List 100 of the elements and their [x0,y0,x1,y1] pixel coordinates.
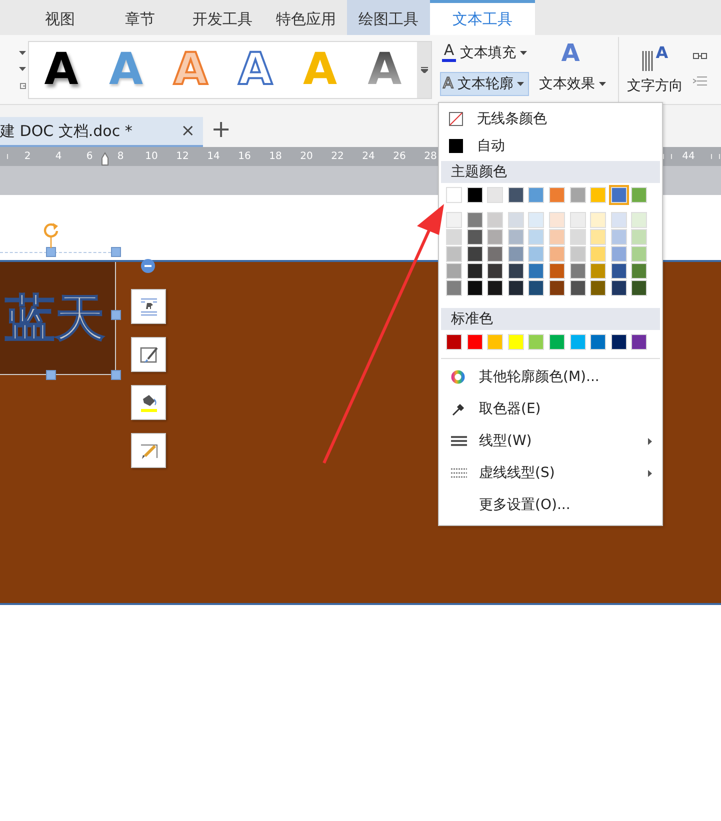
color-swatch[interactable] [508,212,524,228]
color-swatch[interactable] [590,334,606,350]
menu-item[interactable]: 取色器(E) [439,393,662,425]
color-swatch[interactable] [590,187,606,203]
menu-item[interactable]: 虚线线型(S) [439,457,662,489]
text-style-option[interactable]: A [223,42,288,98]
color-swatch[interactable] [631,263,648,279]
text-style-option[interactable]: A [29,42,94,98]
color-swatch[interactable] [487,229,504,245]
color-swatch[interactable] [570,212,586,228]
new-tab-button[interactable]: + [211,115,232,147]
color-swatch[interactable] [590,280,606,296]
color-swatch[interactable] [548,212,565,228]
color-swatch[interactable] [446,263,462,279]
color-swatch[interactable] [548,263,565,279]
color-swatch[interactable] [446,280,462,296]
color-swatch[interactable] [466,187,483,203]
resize-handle[interactable] [46,247,56,257]
color-swatch[interactable] [548,229,565,245]
fill-button[interactable]: A 文本填充 [440,40,529,64]
color-swatch[interactable] [508,334,524,350]
close-button[interactable]: × [178,121,197,141]
color-swatch[interactable] [487,212,504,228]
color-swatch[interactable] [466,246,483,262]
color-swatch[interactable] [610,246,627,262]
color-swatch[interactable] [548,280,565,296]
resize-handle[interactable] [46,370,56,380]
color-swatch[interactable] [610,280,627,296]
color-swatch[interactable] [528,246,544,262]
color-swatch[interactable] [631,334,648,350]
ribbon-tab[interactable]: 文本工具 [430,0,535,35]
color-swatch[interactable] [631,229,648,245]
color-swatch[interactable] [590,246,606,262]
color-swatch[interactable] [487,246,504,262]
color-swatch[interactable] [631,212,648,228]
color-swatch[interactable] [548,334,565,350]
color-swatch[interactable] [466,334,483,350]
ribbon-tab[interactable]: 特色应用 [265,0,347,35]
color-swatch[interactable] [508,187,524,203]
color-swatch[interactable] [446,246,462,262]
gallery-more-button[interactable] [417,42,431,98]
color-swatch[interactable] [570,229,586,245]
outline-button[interactable] [131,433,166,468]
menu-item[interactable]: 更多设置(O)... [439,489,662,521]
resize-handle[interactable] [111,370,121,380]
color-swatch[interactable] [590,212,606,228]
color-swatch[interactable] [528,280,544,296]
ribbon-tab[interactable]: 章节 [100,0,180,35]
edit-button[interactable] [131,337,166,372]
ribbon-tab[interactable]: 开发工具 [180,0,265,35]
color-swatch[interactable] [528,334,544,350]
resize-handle[interactable] [111,310,121,320]
color-swatch[interactable] [446,187,462,203]
color-swatch[interactable] [446,334,462,350]
color-swatch[interactable] [548,187,565,203]
color-swatch[interactable] [528,229,544,245]
color-swatch[interactable] [466,212,483,228]
color-swatch[interactable] [487,280,504,296]
color-swatch[interactable] [570,187,586,203]
color-swatch[interactable] [631,246,648,262]
effect-button[interactable]: 文本效果 [533,72,608,96]
color-swatch[interactable] [446,229,462,245]
menu-item[interactable]: 无线条颜色 [439,105,662,132]
color-swatch[interactable] [610,212,627,228]
color-swatch[interactable] [548,246,565,262]
color-swatch[interactable] [610,263,627,279]
color-swatch[interactable] [508,280,524,296]
color-swatch[interactable] [528,212,544,228]
color-swatch[interactable] [487,263,504,279]
color-swatch[interactable] [610,187,627,203]
ribbon-tab[interactable]: 视图 [20,0,100,35]
color-swatch[interactable] [466,229,483,245]
color-swatch[interactable] [508,263,524,279]
color-swatch[interactable] [508,229,524,245]
color-swatch[interactable] [446,212,462,228]
collapse-icon[interactable] [141,259,155,273]
text-direction-label[interactable]: 文字方向 [627,76,683,94]
color-swatch[interactable] [610,229,627,245]
fill-button[interactable] [131,385,166,420]
document-tab[interactable]: 建 DOC 文档.doc * × [0,117,203,147]
color-swatch[interactable] [590,229,606,245]
color-swatch[interactable] [631,280,648,296]
text-style-option[interactable]: A [352,42,418,98]
color-swatch[interactable] [570,263,586,279]
color-swatch[interactable] [487,334,504,350]
rotate-handle-icon[interactable] [42,222,60,248]
menu-item[interactable]: 其他轮廓颜色(M)... [439,361,662,393]
outline-button[interactable]: A 文本轮廓 [440,72,529,96]
color-swatch[interactable] [610,334,627,350]
color-swatch[interactable] [466,263,483,279]
layout-button[interactable] [131,289,166,324]
color-swatch[interactable] [508,246,524,262]
color-swatch[interactable] [570,280,586,296]
color-swatch[interactable] [528,187,544,203]
color-swatch[interactable] [466,280,483,296]
color-swatch[interactable] [590,263,606,279]
resize-handle[interactable] [111,247,121,257]
color-swatch[interactable] [631,187,648,203]
color-swatch[interactable] [487,187,504,203]
color-swatch[interactable] [528,263,544,279]
